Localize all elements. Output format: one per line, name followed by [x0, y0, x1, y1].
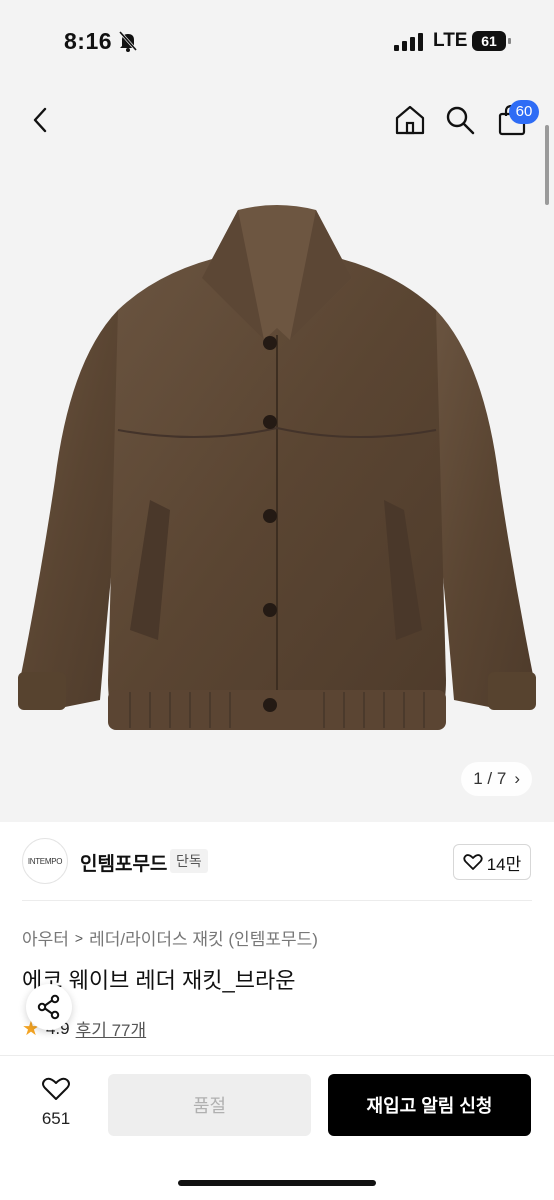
status-bar: 8:16 LTE 61 — [0, 0, 554, 84]
leather-jacket-image — [18, 205, 536, 730]
sold-out-button[interactable]: 품절 — [108, 1074, 311, 1136]
cart-count-badge: 60 — [509, 100, 539, 124]
restock-alert-button[interactable]: 재입고 알림 신청 — [328, 1074, 531, 1136]
brand-name[interactable]: 인템포무드 — [80, 849, 167, 876]
home-button[interactable] — [390, 100, 430, 140]
wishlist-button[interactable]: 651 — [36, 1076, 76, 1129]
page-scrollbar[interactable] — [545, 125, 549, 205]
home-icon — [395, 105, 425, 135]
search-icon — [446, 106, 475, 135]
brand-like-count: 14만 — [486, 854, 522, 874]
review-link[interactable]: 후기 77개 — [76, 1016, 147, 1041]
status-time: 8:16 — [64, 28, 113, 54]
exclusive-badge: 단독 — [170, 849, 208, 873]
image-counter[interactable]: 1 / 7 › — [461, 762, 532, 796]
chevron-left-icon — [33, 107, 47, 133]
heart-icon — [463, 854, 483, 870]
network-label: LTE — [433, 30, 468, 51]
brand-like-button[interactable]: 14만 — [453, 844, 531, 880]
chevron-right-icon: › — [514, 769, 520, 788]
brand-row: INTEMPO 인템포무드 단독 14만 — [0, 822, 554, 900]
breadcrumb: 아우터 > 레더/라이더스 재킷 (인템포무드) — [22, 925, 318, 950]
heart-icon — [42, 1077, 70, 1100]
wishlist-count: 651 — [41, 1109, 71, 1128]
back-button[interactable] — [20, 100, 60, 140]
bottom-action-bar: 651 품절 재입고 알림 신청 — [0, 1055, 554, 1200]
share-icon — [37, 994, 60, 1020]
share-button[interactable] — [26, 984, 72, 1030]
image-counter-total: 7 — [496, 769, 507, 788]
divider — [22, 900, 532, 901]
breadcrumb-item-leather[interactable]: 레더/라이더스 재킷 (인템포무드) — [89, 925, 318, 950]
battery-icon: 61 — [472, 30, 512, 52]
home-indicator[interactable] — [178, 1180, 376, 1186]
signal-icon — [394, 33, 423, 51]
breadcrumb-separator-icon: > — [74, 929, 84, 946]
battery-level: 61 — [481, 33, 497, 49]
image-counter-sep: / — [487, 769, 493, 788]
breadcrumb-item-outer[interactable]: 아우터 — [22, 925, 69, 950]
top-nav — [0, 84, 554, 160]
search-button[interactable] — [440, 100, 480, 140]
product-image-gallery[interactable]: 1 / 7 › — [0, 160, 554, 822]
image-counter-current: 1 — [473, 769, 483, 788]
bell-muted-icon — [118, 31, 138, 52]
brand-logo[interactable]: INTEMPO — [22, 838, 68, 884]
